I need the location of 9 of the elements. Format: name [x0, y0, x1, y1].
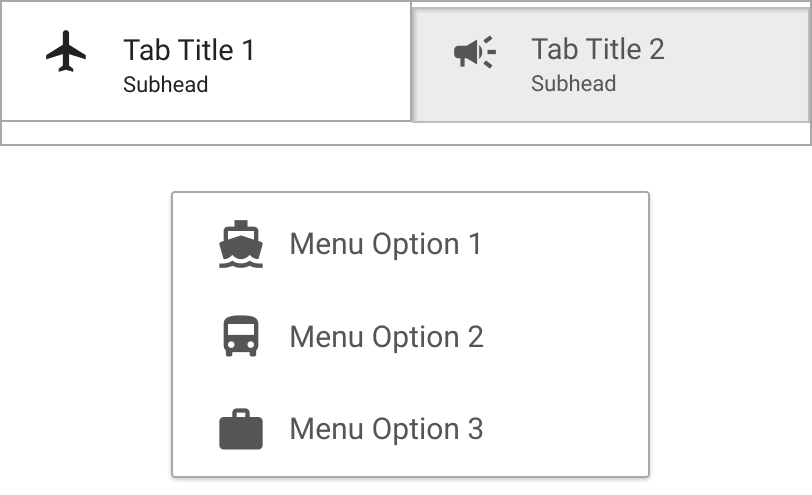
tab[interactable]: Tab Title 2 Subhead — [412, 7, 810, 123]
tab[interactable]: Tab Title 1 Subhead — [0, 0, 412, 122]
tab-title: Tab Title 2 — [531, 32, 666, 69]
tab-subhead: Subhead — [123, 72, 210, 100]
menu-item[interactable]: Menu Option 1 — [173, 198, 648, 291]
menu-item[interactable]: Menu Option 2 — [173, 290, 648, 384]
menu-item[interactable]: Menu Option 3 — [173, 383, 648, 476]
tab-subhead: Subhead — [531, 71, 618, 99]
tab-title: Tab Title 1 — [123, 33, 258, 70]
